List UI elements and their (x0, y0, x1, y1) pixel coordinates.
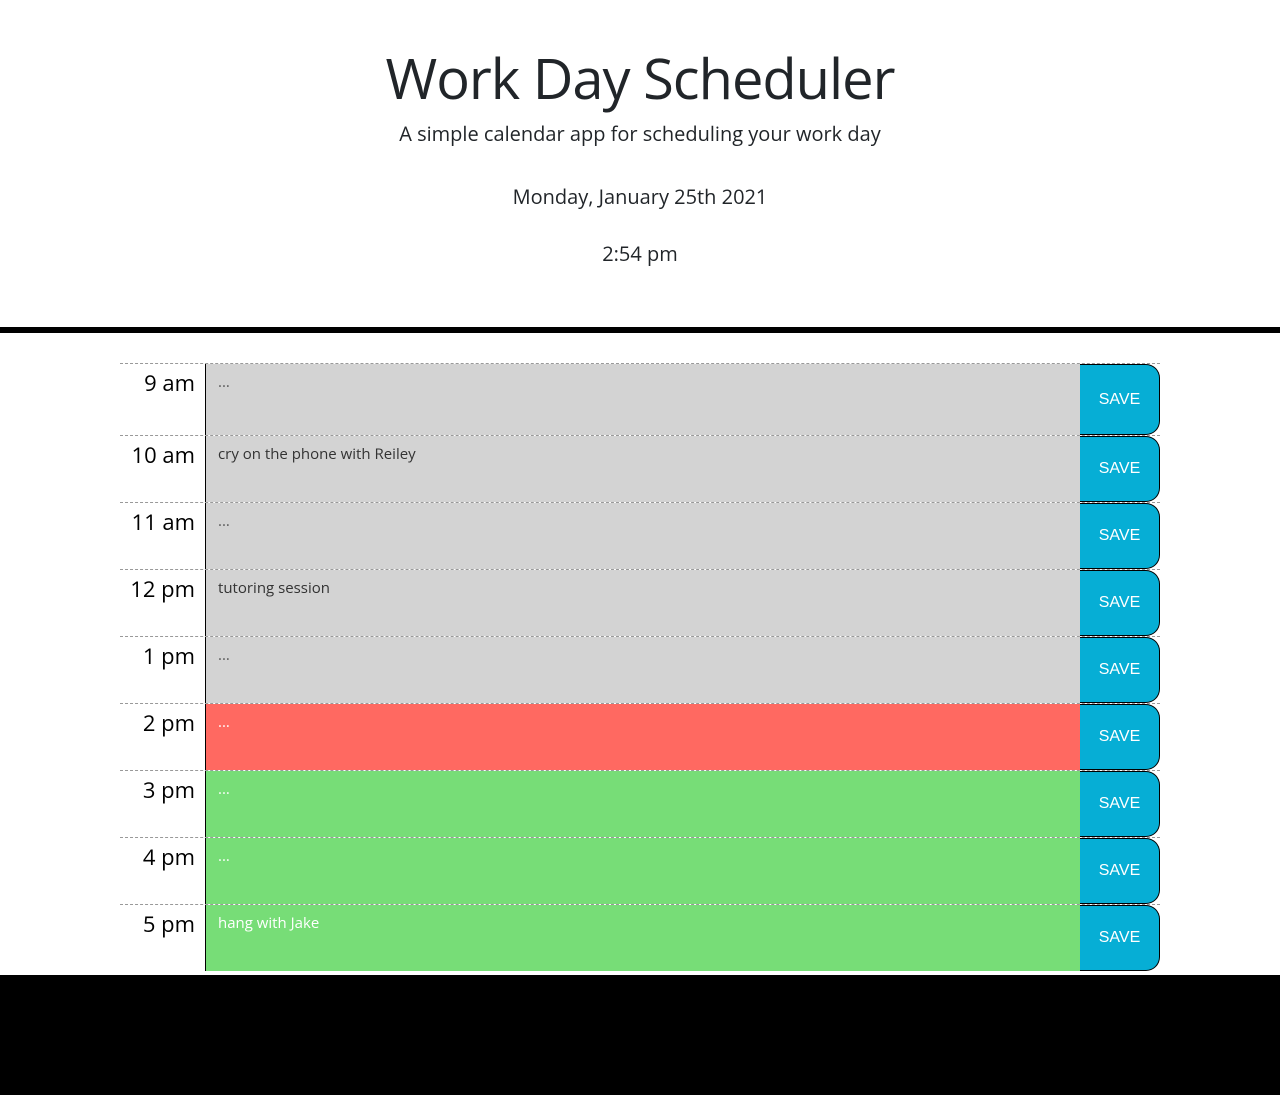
time-row-1pm: 1 pm SAVE (120, 636, 1160, 703)
hour-label: 12 pm (120, 570, 205, 636)
footer-bar (0, 975, 1280, 1095)
hour-label: 9 am (120, 364, 205, 435)
save-button-5pm[interactable]: SAVE (1080, 905, 1160, 971)
time-row-4pm: 4 pm SAVE (120, 837, 1160, 904)
save-button-4pm[interactable]: SAVE (1080, 838, 1160, 904)
event-input-3pm[interactable] (205, 771, 1080, 837)
page-subtitle: A simple calendar app for scheduling you… (20, 120, 1260, 147)
save-button-9am[interactable]: SAVE (1080, 364, 1160, 435)
current-date: Monday, January 25th 2021 (20, 183, 1260, 210)
hour-label: 5 pm (120, 905, 205, 971)
current-time: 2:54 pm (20, 240, 1260, 267)
save-button-12pm[interactable]: SAVE (1080, 570, 1160, 636)
time-row-3pm: 3 pm SAVE (120, 770, 1160, 837)
event-input-11am[interactable] (205, 503, 1080, 569)
page-title: Work Day Scheduler (20, 40, 1260, 116)
time-row-9am: 9 am SAVE (120, 363, 1160, 435)
hour-label: 1 pm (120, 637, 205, 703)
save-button-3pm[interactable]: SAVE (1080, 771, 1160, 837)
hour-label: 4 pm (120, 838, 205, 904)
event-input-2pm[interactable] (205, 704, 1080, 770)
hour-label: 3 pm (120, 771, 205, 837)
event-input-10am[interactable] (205, 436, 1080, 502)
time-row-11am: 11 am SAVE (120, 502, 1160, 569)
hour-label: 11 am (120, 503, 205, 569)
event-input-9am[interactable] (205, 364, 1080, 435)
event-input-4pm[interactable] (205, 838, 1080, 904)
time-row-10am: 10 am SAVE (120, 435, 1160, 502)
schedule-container: 9 am SAVE 10 am SAVE 11 am SAVE 12 pm SA… (90, 333, 1190, 971)
hour-label: 2 pm (120, 704, 205, 770)
event-input-1pm[interactable] (205, 637, 1080, 703)
hour-label: 10 am (120, 436, 205, 502)
event-input-12pm[interactable] (205, 570, 1080, 636)
time-row-12pm: 12 pm SAVE (120, 569, 1160, 636)
page-header: Work Day Scheduler A simple calendar app… (0, 0, 1280, 327)
save-button-2pm[interactable]: SAVE (1080, 704, 1160, 770)
time-row-5pm: 5 pm SAVE (120, 904, 1160, 971)
event-input-5pm[interactable] (205, 905, 1080, 971)
save-button-10am[interactable]: SAVE (1080, 436, 1160, 502)
time-row-2pm: 2 pm SAVE (120, 703, 1160, 770)
save-button-1pm[interactable]: SAVE (1080, 637, 1160, 703)
save-button-11am[interactable]: SAVE (1080, 503, 1160, 569)
